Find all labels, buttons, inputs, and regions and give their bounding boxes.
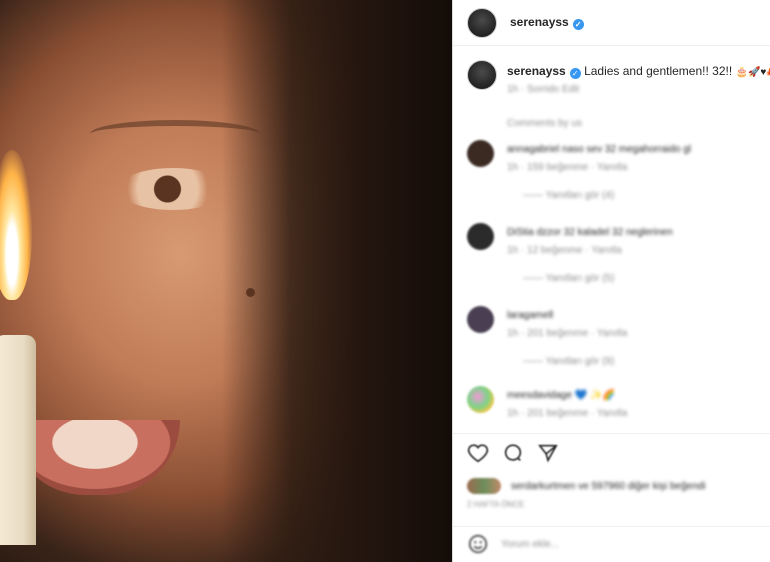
divider xyxy=(453,526,770,527)
comment-text: DiStia dzzor 32 kaladel 32 neglerinen xyxy=(507,227,673,238)
commenter-avatar[interactable] xyxy=(467,306,494,333)
verified-icon: ✓ xyxy=(572,19,584,30)
add-comment-input[interactable]: Yorum ekle... xyxy=(501,539,559,550)
comment-meta[interactable]: 1h · 12 beğenme · Yanıtla xyxy=(507,245,622,256)
commenter-avatar[interactable] xyxy=(467,223,494,250)
candle xyxy=(0,335,36,545)
share-icon[interactable] xyxy=(537,442,559,464)
post-header: serenayss ✓ xyxy=(453,0,770,46)
comment-meta[interactable]: 1h · 159 beğenme · Yanıtla xyxy=(507,162,627,173)
view-replies[interactable]: —— Yanıtları gör (9) xyxy=(523,356,614,367)
caption-text: Ladies and gentlemen!! 32!! xyxy=(584,64,733,78)
heart-icon[interactable] xyxy=(467,442,489,464)
post-photo[interactable] xyxy=(0,0,452,562)
hair-shading xyxy=(222,0,452,562)
mole xyxy=(246,288,255,297)
comment-meta[interactable]: 1h · 201 beğenme · Yanıtla xyxy=(507,328,627,339)
time-ago: 2 HAFTA ÖNCE xyxy=(467,500,525,509)
avatar[interactable] xyxy=(467,7,497,38)
divider xyxy=(453,433,770,434)
verified-icon: ✓ xyxy=(569,68,581,79)
comment-text: laragamell xyxy=(507,310,554,321)
likes-text[interactable]: serdarkurtmen ve 597960 diğer kişi beğen… xyxy=(511,481,706,492)
comments-header: Comments by us xyxy=(507,118,583,129)
emoji-icon[interactable] xyxy=(467,533,489,560)
caption-avatar[interactable] xyxy=(467,60,497,90)
caption-meta: 1h · Sorrido Edit xyxy=(507,84,580,95)
comment-text: meesdavidage 💙 ✨🌈 xyxy=(507,390,615,401)
commenter-avatar[interactable] xyxy=(467,386,494,413)
eyebrow xyxy=(90,120,260,148)
comment-meta[interactable]: 1h · 201 beğenme · Yanıtla xyxy=(507,408,627,419)
candle-flame xyxy=(0,150,32,300)
eye xyxy=(118,168,228,210)
caption-emojis: 🎂🚀♥🦀 xyxy=(735,67,770,78)
view-replies[interactable]: —— Yanıtları gör (5) xyxy=(523,273,614,284)
comment-text: annagabriel naso sev 32 megahorraido gl xyxy=(507,144,692,155)
action-bar xyxy=(467,442,559,464)
caption-username[interactable]: serenayss xyxy=(507,64,566,78)
header-username[interactable]: serenayss ✓ xyxy=(510,15,584,30)
view-replies[interactable]: —— Yanıtları gör (4) xyxy=(523,190,614,201)
commenter-avatar[interactable] xyxy=(467,140,494,167)
likers-avatars[interactable] xyxy=(467,478,501,494)
comment-icon[interactable] xyxy=(502,442,524,464)
post-side-panel: serenayss ✓ serenayss ✓ Ladies and gentlem… xyxy=(452,0,770,562)
